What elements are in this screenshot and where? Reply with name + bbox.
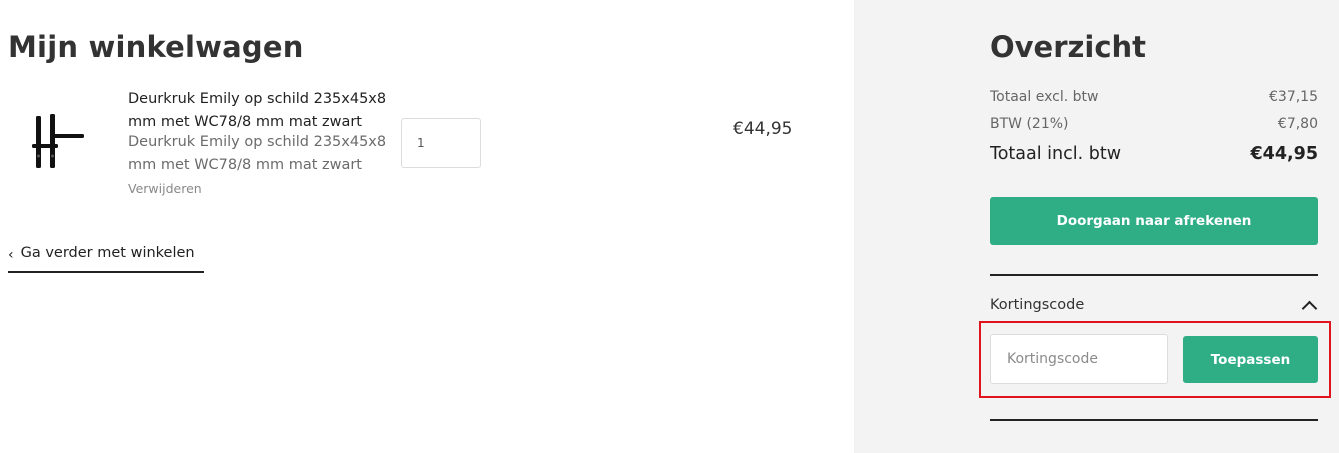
total-label: Totaal incl. btw: [990, 144, 1122, 164]
discount-toggle[interactable]: Kortingscode: [990, 297, 1318, 313]
page-title: Mijn winkelwagen: [8, 30, 304, 64]
remove-item-link[interactable]: Verwijderen: [128, 181, 202, 196]
cart-panel: Mijn winkelwagen Deurkruk Emily op schil…: [0, 0, 854, 453]
product-name[interactable]: Deurkruk Emily op schild 235x45x8 mm met…: [128, 88, 403, 133]
divider: [990, 419, 1318, 421]
subtotal-value: €37,15: [1269, 89, 1318, 105]
chevron-left-icon: ‹: [8, 247, 14, 263]
checkout-button[interactable]: Doorgaan naar afrekenen: [990, 197, 1318, 245]
total-value: €44,95: [1250, 144, 1318, 164]
line-price: €44,95: [733, 119, 793, 139]
continue-shopping-link[interactable]: ‹ Ga verder met winkelen: [8, 245, 204, 273]
vat-label: BTW (21%): [990, 116, 1069, 132]
divider: [990, 274, 1318, 276]
discount-title: Kortingscode: [990, 297, 1085, 313]
total-row: Totaal incl. btw €44,95: [990, 144, 1318, 164]
subtotal-row: Totaal excl. btw €37,15: [990, 89, 1318, 105]
discount-code-input[interactable]: [990, 334, 1168, 384]
vat-value: €7,80: [1277, 116, 1318, 132]
chevron-up-icon: [1302, 299, 1314, 311]
subtotal-label: Totaal excl. btw: [990, 89, 1099, 105]
apply-discount-button[interactable]: Toepassen: [1183, 336, 1318, 383]
quantity-input[interactable]: [401, 118, 481, 168]
continue-shopping-label: Ga verder met winkelen: [20, 245, 195, 261]
product-description: Deurkruk Emily op schild 235x45x8 mm met…: [128, 134, 387, 173]
vat-row: BTW (21%) €7,80: [990, 116, 1318, 132]
door-handle-image: [32, 114, 84, 168]
summary-title: Overzicht: [990, 30, 1147, 64]
